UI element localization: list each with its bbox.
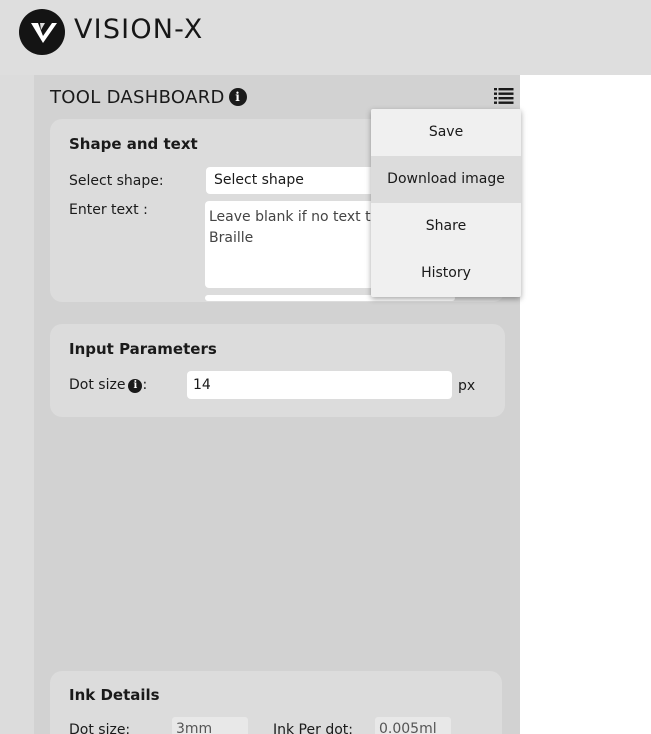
menu-item-history[interactable]: History <box>371 250 521 297</box>
dot-size-info-icon[interactable]: i <box>128 379 143 393</box>
enter-text-placeholder: Leave blank if no text to Braille <box>209 209 380 246</box>
menu-item-download-image[interactable]: Download image <box>371 156 521 203</box>
dashboard-title-text: TOOL DASHBOARD <box>50 87 225 108</box>
enter-text-label: Enter text : <box>69 202 148 218</box>
vision-x-logo-icon[interactable] <box>19 9 65 55</box>
ink-dot-size-label: Dot size: <box>69 722 131 734</box>
menu-item-save[interactable]: Save <box>371 109 521 156</box>
shape-text-card-title: Shape and text <box>69 135 198 153</box>
dot-size-unit: px <box>458 378 476 394</box>
dot-size-label: Dot size i: <box>69 377 147 393</box>
list-icon[interactable] <box>494 87 514 105</box>
dashboard-title: TOOL DASHBOARD i <box>50 87 247 108</box>
ink-details-title: Ink Details <box>69 686 160 704</box>
input-parameters-title: Input Parameters <box>69 340 217 358</box>
ink-dot-size-value: 3mm <box>172 717 248 734</box>
menu-item-share[interactable]: Share <box>371 203 521 250</box>
dashboard-menu: Save Download image Share History <box>371 109 521 297</box>
select-shape-label: Select shape: <box>69 173 164 189</box>
dot-size-label-text: Dot size <box>69 377 126 393</box>
ink-per-dot-label: Ink Per dot: <box>273 722 353 734</box>
brand-name: VISION-X <box>74 14 204 45</box>
ink-per-dot-value: 0.005ml <box>375 717 451 734</box>
info-icon[interactable]: i <box>228 88 247 106</box>
canvas-area <box>520 75 651 734</box>
dot-size-input[interactable]: 14 <box>187 371 452 399</box>
select-shape-value: Select shape <box>214 172 304 188</box>
dot-size-label-colon: : <box>142 377 148 393</box>
